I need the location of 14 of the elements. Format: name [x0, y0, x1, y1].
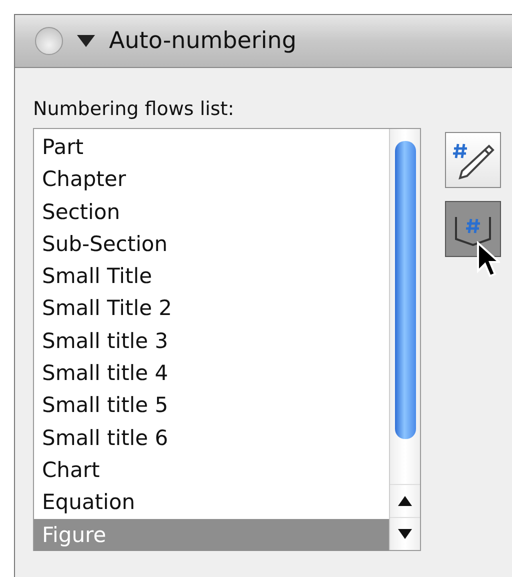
list-item[interactable]: Equation: [34, 486, 389, 519]
list-item[interactable]: Small Title: [34, 260, 389, 292]
list-item[interactable]: Sub-Section: [34, 228, 389, 260]
list-item[interactable]: Small Title 2: [34, 292, 389, 325]
list-item[interactable]: Chart: [34, 454, 389, 486]
list-item[interactable]: Small title 5: [34, 389, 389, 422]
list-item[interactable]: Small title 6: [34, 422, 389, 454]
list-item[interactable]: Part: [34, 131, 389, 164]
list-item[interactable]: Chapter: [34, 163, 389, 196]
window-title: Auto-numbering: [109, 28, 296, 54]
list-item[interactable]: Small title 3: [34, 324, 389, 358]
list-item[interactable]: Small title 4: [34, 357, 389, 390]
list-label: Numbering flows list:: [33, 98, 236, 120]
list-item[interactable]: Section: [34, 196, 389, 228]
